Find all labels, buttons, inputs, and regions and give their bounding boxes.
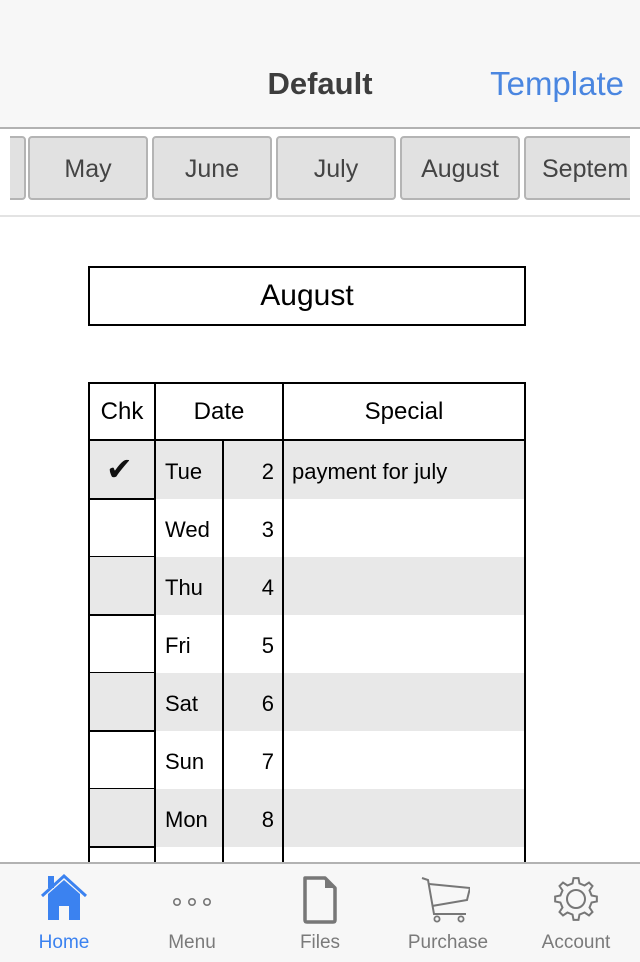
template-button[interactable]: Template xyxy=(490,65,624,103)
home-icon xyxy=(40,873,88,920)
check-cell[interactable] xyxy=(90,847,154,862)
header-chk: Chk xyxy=(100,398,144,425)
date-cell: 8 xyxy=(261,807,274,832)
tab-files-label: Files xyxy=(299,932,341,953)
month-tab-august[interactable]: August xyxy=(400,136,520,200)
tab-menu[interactable]: Menu xyxy=(128,864,256,962)
check-cell[interactable] xyxy=(90,673,154,731)
table-border-right xyxy=(524,382,526,862)
table-border-left xyxy=(88,382,90,862)
day-cell: Tue xyxy=(165,459,203,484)
special-cell[interactable] xyxy=(292,673,520,731)
tab-account-label: Account xyxy=(541,932,611,953)
header-date: Date xyxy=(193,398,245,425)
month-tab-july[interactable]: July xyxy=(276,136,396,200)
navigation-bar: Default Template xyxy=(0,0,640,129)
month-tab-partial[interactable] xyxy=(10,136,26,200)
tab-account[interactable]: Account xyxy=(512,864,640,962)
schedule-table: ✔ Tue 2 payment for july Wed 3 Thu 4 Fri 5 Sat 6 Sun… xyxy=(88,382,526,862)
special-cell[interactable] xyxy=(292,847,520,862)
column-divider-chk xyxy=(154,382,156,862)
column-divider-day xyxy=(222,441,224,862)
check-cell[interactable] xyxy=(90,615,154,673)
tab-purchase-label: Purchase xyxy=(407,932,489,953)
date-cell: 3 xyxy=(261,517,274,542)
checkmark-icon: ✔ xyxy=(106,451,133,487)
check-cell[interactable] xyxy=(90,789,154,847)
day-cell: Sat xyxy=(165,691,199,716)
month-tab-may[interactable]: May xyxy=(28,136,148,200)
selected-month-title: August xyxy=(88,266,526,326)
day-cell xyxy=(165,847,221,862)
check-cell[interactable] xyxy=(90,499,154,557)
date-cell: 6 xyxy=(261,691,274,716)
special-cell[interactable] xyxy=(292,789,520,847)
file-icon xyxy=(303,876,337,924)
month-tab-strip[interactable]: May June July August Septem xyxy=(0,129,640,217)
day-cell: Wed xyxy=(165,517,210,542)
special-cell[interactable] xyxy=(292,499,520,557)
day-cell: Fri xyxy=(165,633,191,658)
day-cell: Mon xyxy=(165,807,208,832)
month-tab-june[interactable]: June xyxy=(152,136,272,200)
tab-files[interactable]: Files xyxy=(256,864,384,962)
date-cell: 4 xyxy=(261,575,274,600)
check-cell[interactable] xyxy=(90,557,154,615)
special-cell[interactable] xyxy=(292,615,520,673)
check-cell[interactable]: ✔ xyxy=(90,441,154,499)
tab-home[interactable]: Home xyxy=(0,864,128,962)
header-special: Special xyxy=(364,398,444,425)
gear-icon xyxy=(554,877,598,921)
month-tabs[interactable]: May June July August Septem xyxy=(10,136,630,204)
special-cell[interactable] xyxy=(292,731,520,789)
tab-home-label: Home xyxy=(38,932,90,953)
date-cell: 2 xyxy=(261,459,274,484)
special-cell[interactable] xyxy=(292,557,520,615)
tab-purchase[interactable]: Purchase xyxy=(384,864,512,962)
check-cell[interactable] xyxy=(90,731,154,789)
tab-menu-label: Menu xyxy=(168,932,216,953)
day-cell: Thu xyxy=(165,575,203,600)
more-icon xyxy=(173,897,211,906)
day-cell: Sun xyxy=(165,749,205,774)
column-divider-date xyxy=(282,382,284,862)
month-tab-september[interactable]: Septem xyxy=(524,136,630,200)
special-cell[interactable]: payment for july xyxy=(292,441,520,499)
date-cell: 5 xyxy=(261,633,274,658)
bottom-tab-bar: Home Menu Files Purchase Account xyxy=(0,862,640,962)
cart-icon xyxy=(421,877,470,923)
date-cell xyxy=(224,847,274,862)
date-cell: 7 xyxy=(261,749,274,774)
